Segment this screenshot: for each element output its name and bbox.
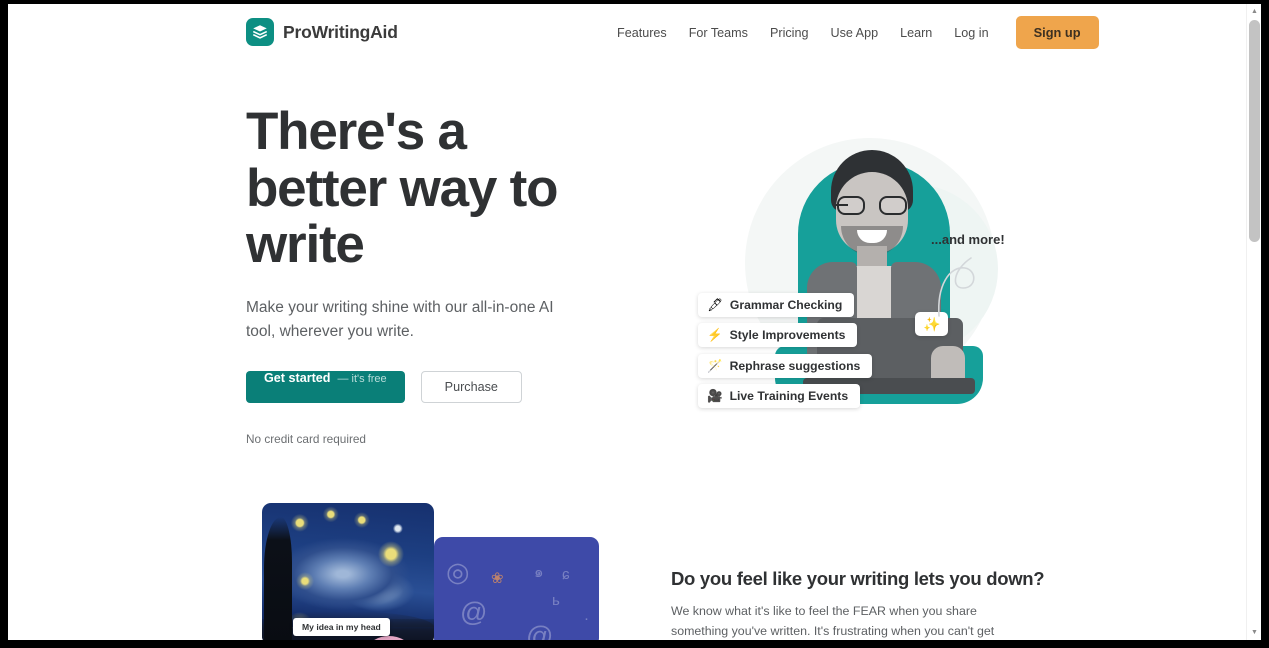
brand-logo-link[interactable]: ProWritingAid [246, 18, 398, 46]
nav-item-pricing[interactable]: Pricing [759, 19, 820, 47]
hero-illustration: 🖋 Grammar Checking ⚡ Style Improvements … [663, 110, 1043, 450]
feature-chip-label: Live Training Events [729, 389, 849, 403]
idea-caption: My idea in my head [293, 618, 390, 636]
doodle-hook: ь [552, 592, 560, 609]
hero-cta-group: Get started — it's free Purchase [246, 371, 646, 404]
brand-name: ProWritingAid [283, 21, 398, 42]
nav-item-features[interactable]: Features [606, 19, 678, 47]
lightning-bolt-icon: ⚡ [707, 327, 723, 342]
and-more-label: ...and more! [931, 232, 1005, 247]
doodle-blob: ❀ [491, 570, 504, 587]
site-header: ProWritingAid Features For Teams Pricing… [8, 4, 1246, 60]
doodle-curl: ɕ [562, 566, 570, 583]
comparison-artwork: ◎ ๑ ❀ ɕ ь @ @ · My idea in my head [254, 500, 599, 640]
window-bottom-edge [0, 640, 1269, 648]
nav-item-log-in[interactable]: Log in [943, 19, 999, 47]
page-viewport: ProWritingAid Features For Teams Pricing… [8, 4, 1261, 640]
doodle-spiral-large: @ [460, 597, 488, 627]
doodle-dot: · [584, 610, 589, 627]
vertical-scrollbar[interactable]: ▲ ▼ [1246, 4, 1261, 640]
stacked-books-logo-icon [246, 18, 274, 46]
page-content: ProWritingAid Features For Teams Pricing… [8, 4, 1246, 640]
nav-item-for-teams[interactable]: For Teams [678, 19, 759, 47]
scroll-up-arrow[interactable]: ▲ [1247, 4, 1261, 19]
squiggle-pointer-icon [938, 257, 975, 317]
feature-chip-rephrase-suggestions: 🪄 Rephrase suggestions [698, 354, 873, 378]
magic-wand-icon: 🪄 [707, 358, 723, 373]
feature-chip-label: Grammar Checking [729, 298, 843, 312]
feature-chip-live-training-events: 🎥 Live Training Events [698, 384, 861, 408]
feature-chip-style-improvements: ⚡ Style Improvements [698, 323, 858, 347]
movie-camera-icon: 🎥 [707, 388, 723, 403]
writing-lets-you-down-section: ◎ ๑ ❀ ɕ ь @ @ · My idea in my head Do yo… [8, 480, 1246, 640]
doodle-swirl: ๑ [534, 564, 544, 581]
section-two-copy: Do you feel like your writing lets you d… [671, 568, 1045, 640]
main-navigation: Features For Teams Pricing Use App Learn… [606, 16, 1099, 49]
sign-up-button[interactable]: Sign up [1015, 16, 1099, 49]
scroll-down-arrow[interactable]: ▼ [1247, 625, 1261, 640]
hero-section: There's a better way to write Make your … [8, 60, 1246, 480]
plain-idea-card: ◎ ๑ ❀ ɕ ь @ @ · [434, 537, 599, 640]
no-credit-card-note: No credit card required [246, 432, 366, 447]
nav-item-use-app[interactable]: Use App [819, 19, 889, 47]
doodle-at: @ [526, 621, 554, 641]
doodle-spiral: ◎ [446, 557, 470, 587]
hero-copy: There's a better way to write Make your … [246, 102, 646, 447]
section-two-title: Do you feel like your writing lets you d… [671, 568, 1045, 589]
hero-title: There's a better way to write [246, 102, 559, 275]
starry-cypress-tree [264, 517, 292, 640]
glasses-bridge [836, 204, 848, 207]
scrollbar-thumb[interactable] [1249, 20, 1260, 242]
feature-chip-grammar-checking: 🖋 Grammar Checking [698, 293, 855, 317]
quill-pen-icon: 🖋 [707, 297, 723, 312]
section-two-body: We know what it's like to feel the FEAR … [671, 604, 995, 638]
get-started-label: Get started [264, 371, 331, 386]
feature-chip-label: Style Improvements [729, 328, 846, 342]
purchase-button[interactable]: Purchase [420, 371, 522, 404]
get-started-button[interactable]: Get started — it's free [246, 371, 405, 404]
get-started-sublabel: — it's free [337, 373, 387, 386]
hero-subtitle: Make your writing shine with our all-in-… [246, 299, 554, 341]
feature-chip-label: Rephrase suggestions [729, 359, 861, 373]
nav-item-learn[interactable]: Learn [889, 19, 943, 47]
browser-frame: ProWritingAid Features For Teams Pricing… [0, 0, 1269, 648]
